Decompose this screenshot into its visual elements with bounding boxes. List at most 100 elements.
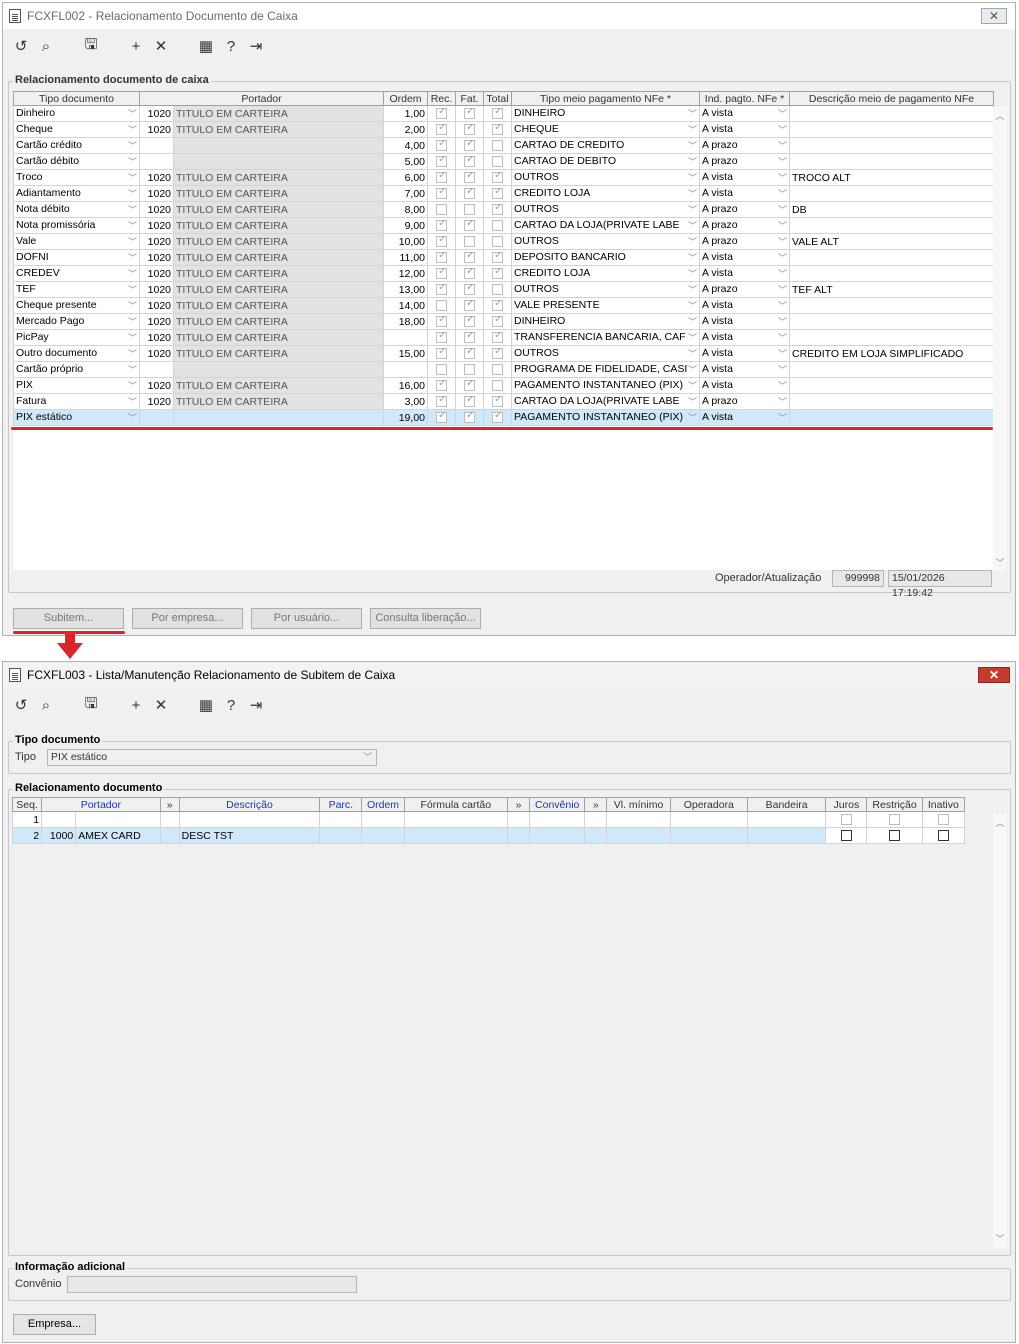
help-icon[interactable]: ? xyxy=(219,35,243,57)
tipo-meio-cell[interactable]: CREDITO LOJA ﹀ xyxy=(511,185,700,202)
col-ordem[interactable]: Ordem xyxy=(361,797,405,812)
descricao-meio-cell[interactable] xyxy=(789,249,994,266)
portador-code-cell[interactable] xyxy=(139,361,174,378)
descricao-meio-cell[interactable] xyxy=(789,153,994,170)
portador-lookup-cell[interactable] xyxy=(159,827,180,844)
ordem-cell[interactable]: 18,00 xyxy=(383,313,428,330)
total-cell[interactable] xyxy=(483,201,512,218)
tipo-meio-cell[interactable]: VALE PRESENTE ﹀ xyxy=(511,297,700,314)
restricao-cell[interactable] xyxy=(866,827,923,844)
seq-cell[interactable]: 1 xyxy=(11,811,43,828)
ordem-cell[interactable] xyxy=(383,329,428,346)
convenio-lookup-button[interactable]: » xyxy=(584,797,608,812)
chevron-down-icon[interactable]: ﹀ xyxy=(688,283,697,296)
rec-cell[interactable] xyxy=(427,153,456,170)
fat-checkbox[interactable] xyxy=(464,299,475,312)
close-button[interactable]: ✕ xyxy=(978,667,1010,683)
rec-cell[interactable] xyxy=(427,297,456,314)
chevron-down-icon[interactable]: ﹀ xyxy=(778,331,787,344)
fat-checkbox[interactable] xyxy=(464,123,475,136)
descricao-cell[interactable]: DESC TST xyxy=(178,827,321,844)
chevron-down-icon[interactable]: ﹀ xyxy=(128,267,137,280)
chevron-down-icon[interactable]: ﹀ xyxy=(688,235,697,248)
ind-pagto-cell[interactable]: A vista ﹀ xyxy=(699,409,790,426)
descricao-meio-cell[interactable] xyxy=(789,393,994,410)
chevron-down-icon[interactable]: ﹀ xyxy=(688,363,697,376)
tipo-meio-cell[interactable]: DINHEIRO ﹀ xyxy=(511,313,700,330)
col-ind-pagto[interactable]: Ind. pagto. NFe * xyxy=(699,91,790,106)
col-vl-minimo[interactable]: Vl. mínimo xyxy=(606,797,671,812)
col-tipo-meio[interactable]: Tipo meio pagamento NFe * xyxy=(511,91,700,106)
fat-checkbox[interactable] xyxy=(464,187,475,200)
total-cell[interactable] xyxy=(483,105,512,122)
table-row[interactable]: Adiantamento﹀1020TITULO EM CARTEIRA7,00C… xyxy=(13,185,994,202)
tipo-select[interactable]: PIX estático ﹀ xyxy=(47,749,377,766)
convenio-cell[interactable] xyxy=(529,811,586,828)
fat-cell[interactable] xyxy=(455,297,484,314)
inativo-checkbox[interactable] xyxy=(937,814,949,826)
chevron-down-icon[interactable]: ﹀ xyxy=(128,251,137,264)
col-portador[interactable]: Portador xyxy=(41,797,161,812)
restricao-checkbox[interactable] xyxy=(889,830,901,842)
chevron-down-icon[interactable]: ﹀ xyxy=(688,267,697,280)
chevron-down-icon[interactable]: ﹀ xyxy=(688,331,697,344)
chevron-down-icon[interactable]: ﹀ xyxy=(778,219,787,232)
total-cell[interactable] xyxy=(483,361,512,378)
total-checkbox[interactable] xyxy=(492,236,503,248)
total-checkbox[interactable] xyxy=(492,380,503,392)
por-empresa-button[interactable]: Por empresa... xyxy=(132,608,243,629)
col-tipo-documento[interactable]: Tipo documento xyxy=(13,91,140,106)
portador-code-cell[interactable]: 1020 xyxy=(139,393,174,410)
col-operadora[interactable]: Operadora xyxy=(669,797,748,812)
fat-cell[interactable] xyxy=(455,233,484,250)
total-cell[interactable] xyxy=(483,121,512,138)
fat-checkbox[interactable] xyxy=(464,236,475,248)
descricao-meio-cell[interactable] xyxy=(789,265,994,282)
formula-lookup-cell[interactable] xyxy=(507,827,531,844)
ind-pagto-cell[interactable]: A vista ﹀ xyxy=(699,377,790,394)
descricao-meio-cell[interactable] xyxy=(789,377,994,394)
chevron-down-icon[interactable]: ﹀ xyxy=(128,331,137,344)
portador-code-cell[interactable] xyxy=(41,811,77,828)
ind-pagto-cell[interactable]: A prazo ﹀ xyxy=(699,393,790,410)
descricao-meio-cell[interactable]: TEF ALT xyxy=(789,281,994,298)
rec-cell[interactable] xyxy=(427,233,456,250)
chevron-down-icon[interactable]: ﹀ xyxy=(128,363,137,376)
tipo-meio-cell[interactable]: CARTAO DE CREDITO ﹀ xyxy=(511,137,700,154)
ordem-cell[interactable]: 13,00 xyxy=(383,281,428,298)
seq-cell[interactable]: 2 xyxy=(11,827,43,844)
chevron-down-icon[interactable]: ﹀ xyxy=(128,139,137,152)
ind-pagto-cell[interactable]: A prazo ﹀ xyxy=(699,233,790,250)
convenio-lookup-cell[interactable] xyxy=(584,827,608,844)
chevron-down-icon[interactable]: ﹀ xyxy=(688,203,697,216)
total-checkbox[interactable] xyxy=(492,107,503,120)
tipo-meio-cell[interactable]: CREDITO LOJA ﹀ xyxy=(511,265,700,282)
juros-cell[interactable] xyxy=(825,811,868,828)
fat-cell[interactable] xyxy=(455,393,484,410)
rec-checkbox[interactable] xyxy=(436,204,447,216)
table-row[interactable]: Cartão débito﹀5,00CARTAO DE DEBITO﹀A pra… xyxy=(13,153,994,170)
ind-pagto-cell[interactable]: A prazo ﹀ xyxy=(699,217,790,234)
empresa-button[interactable]: Empresa... xyxy=(13,1314,96,1335)
descricao-meio-cell[interactable]: DB xyxy=(789,201,994,218)
rec-cell[interactable] xyxy=(427,105,456,122)
undo-icon[interactable]: ↺ xyxy=(9,35,33,57)
delete-icon[interactable]: ✕ xyxy=(149,35,173,57)
chevron-down-icon[interactable]: ﹀ xyxy=(688,123,697,136)
portador-code-cell[interactable] xyxy=(139,153,174,170)
chevron-down-icon[interactable]: ﹀ xyxy=(128,107,137,120)
total-cell[interactable] xyxy=(483,345,512,362)
chevron-down-icon[interactable]: ﹀ xyxy=(778,283,787,296)
rec-cell[interactable] xyxy=(427,393,456,410)
ind-pagto-cell[interactable]: A vista ﹀ xyxy=(699,185,790,202)
ind-pagto-cell[interactable]: A vista ﹀ xyxy=(699,265,790,282)
col-seq[interactable]: Seq. xyxy=(11,797,43,812)
chevron-down-icon[interactable]: ﹀ xyxy=(128,171,137,184)
fat-checkbox[interactable] xyxy=(464,347,475,360)
descricao-meio-cell[interactable] xyxy=(789,297,994,314)
chevron-down-icon[interactable]: ﹀ xyxy=(128,379,137,392)
descricao-meio-cell[interactable] xyxy=(789,313,994,330)
total-checkbox[interactable] xyxy=(492,123,503,136)
col-bandeira[interactable]: Bandeira xyxy=(746,797,827,812)
tipo-meio-cell[interactable]: OUTROS ﹀ xyxy=(511,169,700,186)
